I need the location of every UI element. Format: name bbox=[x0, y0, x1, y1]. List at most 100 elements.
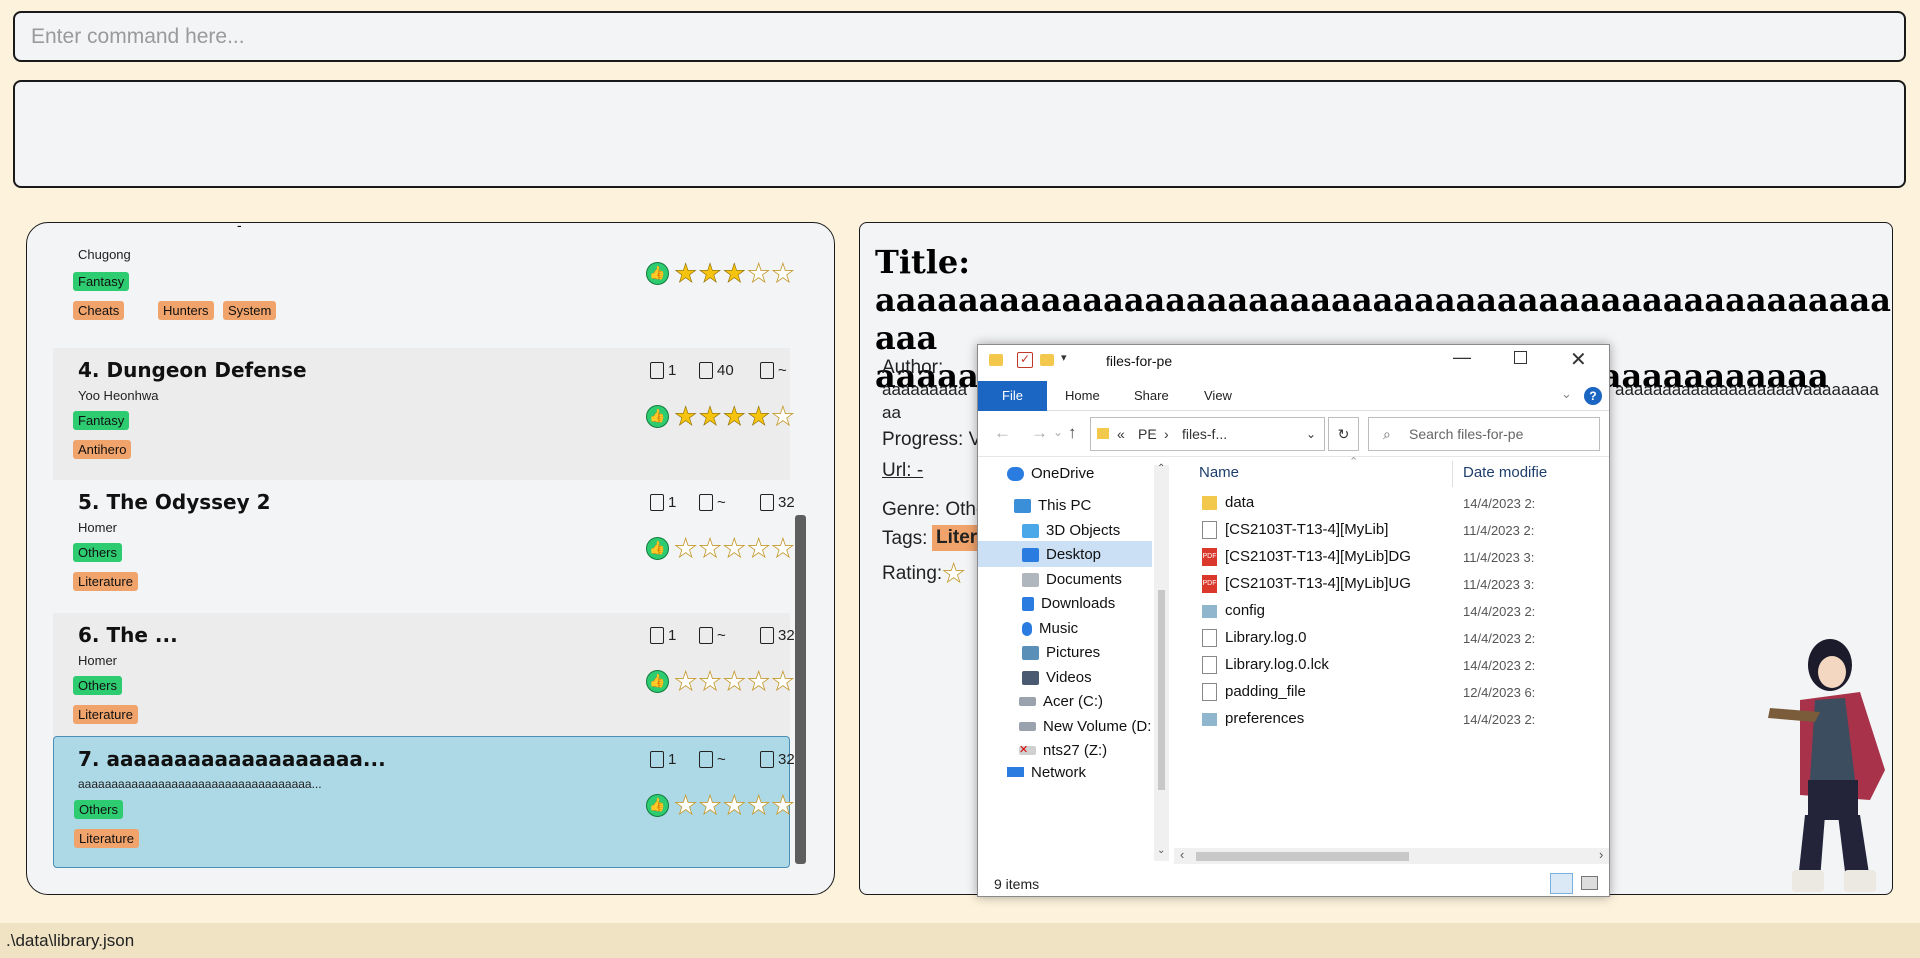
file-row[interactable]: PDF [CS2103T-T13-4][MyLib]DG 11/4/2023 3: bbox=[1174, 545, 1609, 571]
large-icons-view-icon[interactable] bbox=[1581, 876, 1598, 890]
file-row[interactable]: config 14/4/2023 2: bbox=[1174, 599, 1609, 625]
ribbon-tab-home[interactable]: Home bbox=[1065, 381, 1100, 411]
volume-icon bbox=[650, 494, 664, 511]
column-header-date[interactable]: Date modifie bbox=[1463, 464, 1547, 481]
recent-dropdown-icon[interactable]: ⌄ bbox=[1053, 425, 1063, 439]
refresh-button[interactable]: ↻ bbox=[1328, 417, 1359, 451]
detail-author-value-right: aaaaaaaaaaaaaaaaaaavaaaaaaaa bbox=[1615, 380, 1879, 399]
up-icon[interactable]: ↑ bbox=[1068, 423, 1077, 443]
nav-item-documents[interactable]: Documents bbox=[1022, 571, 1122, 588]
nav-item-desktop[interactable]: Desktop bbox=[1022, 546, 1101, 563]
list-item-selected[interactable]: 7. aaaaaaaaaaaaaaaaaaa... aaaaaaaaaaaaaa… bbox=[53, 736, 795, 868]
forward-icon[interactable]: → bbox=[1031, 423, 1048, 443]
book-author: aaaaaaaaaaaaaaaaaaaaaaaaaaaaaaaaaaa... bbox=[78, 777, 322, 791]
star-empty-icon: ★ bbox=[771, 666, 795, 696]
page-info: 32 bbox=[760, 751, 795, 768]
minimize-icon[interactable]: — bbox=[1453, 347, 1471, 368]
list-scrollbar[interactable] bbox=[795, 515, 806, 864]
close-icon[interactable]: ✕ bbox=[1570, 347, 1587, 372]
chevron-down-icon: ⌄ bbox=[1157, 845, 1166, 856]
nav-item-onedrive[interactable]: OneDrive bbox=[1007, 465, 1094, 482]
chevron-down-icon[interactable]: ⌄ bbox=[1561, 386, 1572, 402]
file-row[interactable]: Library.log.0 14/4/2023 2: bbox=[1174, 626, 1609, 652]
explorer-titlebar[interactable]: ✓ ▾ files-for-pe — ✕ bbox=[978, 345, 1609, 381]
file-row[interactable]: padding_file 12/4/2023 6: bbox=[1174, 680, 1609, 706]
ribbon-tab-share[interactable]: Share bbox=[1134, 381, 1169, 411]
tag-label: Cheats bbox=[73, 301, 125, 320]
back-icon[interactable]: ← bbox=[994, 423, 1011, 443]
book-author: Yoo Heonhwa bbox=[78, 388, 159, 403]
tag-label: Antihero bbox=[73, 440, 132, 459]
nav-item-drive-z[interactable]: ✕ nts27 (Z:) bbox=[1019, 742, 1107, 759]
volume-info: 1 bbox=[650, 362, 676, 379]
volume-icon bbox=[650, 627, 664, 644]
nav-item-this-pc[interactable]: This PC bbox=[1014, 497, 1091, 514]
nav-scrollbar[interactable]: ⌃ ⌄ bbox=[1154, 463, 1169, 861]
file-row[interactable]: [CS2103T-T13-4][MyLib] 11/4/2023 2: bbox=[1174, 518, 1609, 544]
thumbs-up-icon: 👍 bbox=[646, 404, 669, 428]
nav-item-3d-objects[interactable]: 3D Objects bbox=[1022, 522, 1120, 539]
page-icon bbox=[760, 751, 774, 768]
star-filled-icon: ★ bbox=[674, 258, 698, 288]
jar-icon bbox=[1202, 521, 1217, 539]
volume-icon bbox=[650, 362, 664, 379]
nav-item-drive-d[interactable]: New Volume (D: bbox=[1019, 718, 1151, 735]
nav-item-pictures[interactable]: Pictures bbox=[1022, 644, 1100, 661]
file-row[interactable]: PDF [CS2103T-T13-4][MyLib]UG 11/4/2023 3: bbox=[1174, 572, 1609, 598]
horizontal-scrollbar[interactable]: ‹ › bbox=[1174, 847, 1609, 864]
item-count: 9 items bbox=[994, 876, 1040, 892]
page-info: 32 bbox=[760, 494, 795, 511]
pdf-icon: PDF bbox=[1202, 548, 1217, 566]
file-row[interactable]: Library.log.0.lck 14/4/2023 2: bbox=[1174, 653, 1609, 679]
list-item[interactable]: 4. Dungeon Defense Yoo Heonhwa Fantasy A… bbox=[53, 348, 795, 480]
list-item[interactable]: 6. The ... Homer Others Literature 1 ~ 3… bbox=[53, 613, 795, 745]
scroll-left-icon: ‹ bbox=[1180, 847, 1185, 862]
maximize-icon[interactable] bbox=[1514, 351, 1527, 364]
star-filled-icon: ★ bbox=[698, 401, 722, 431]
help-icon[interactable]: ? bbox=[1584, 387, 1602, 405]
search-input[interactable]: ⌕ Search files-for-pe bbox=[1368, 417, 1600, 451]
nav-item-videos[interactable]: Videos bbox=[1022, 669, 1092, 686]
list-item[interactable]: 5. The Odyssey 2 Homer Others Literature… bbox=[53, 480, 795, 612]
book-list-panel: - Chugong Fantasy Cheats Hunters System … bbox=[26, 222, 835, 895]
explorer-status-bar: 9 items bbox=[978, 872, 1609, 896]
tag-label: Literature bbox=[73, 572, 138, 591]
file-row[interactable]: data 14/4/2023 2: bbox=[1174, 491, 1609, 517]
result-display bbox=[13, 80, 1906, 188]
properties-icon[interactable]: ✓ bbox=[1017, 352, 1033, 368]
drive-icon bbox=[1019, 722, 1036, 731]
address-bar[interactable]: « PE › files-f... ⌄ bbox=[1090, 417, 1325, 451]
book-title: 4. Dungeon Defense bbox=[78, 358, 307, 382]
character-mascot bbox=[1768, 639, 1885, 892]
chevron-down-icon: ⌄ bbox=[1306, 427, 1317, 441]
details-view-icon[interactable] bbox=[1550, 873, 1573, 894]
star-filled-icon: ★ bbox=[746, 401, 771, 431]
file-explorer-window[interactable]: ✓ ▾ files-for-pe — ✕ File Home Share Vie… bbox=[977, 344, 1610, 897]
genre-tag: Fantasy bbox=[73, 411, 130, 430]
nav-item-network[interactable]: Network bbox=[1007, 767, 1086, 777]
dropdown-icon[interactable]: ▾ bbox=[1061, 351, 1067, 364]
nav-item-downloads[interactable]: Downloads bbox=[1022, 595, 1115, 612]
book-title: 7. aaaaaaaaaaaaaaaaaaa... bbox=[78, 747, 386, 771]
detail-url[interactable]: Url: - bbox=[882, 460, 923, 482]
folder-icon bbox=[1202, 496, 1217, 510]
rating: 👍 ★ ★ ★ ★ ★ bbox=[646, 666, 795, 696]
star-empty-icon: ★ bbox=[746, 258, 771, 288]
drive-icon bbox=[1019, 697, 1036, 706]
sort-up-icon: ⌃ bbox=[1349, 456, 1359, 468]
videos-icon bbox=[1022, 670, 1039, 685]
volume-info: 1 bbox=[650, 627, 676, 644]
page-icon bbox=[760, 494, 774, 511]
star-empty-icon: ★ bbox=[674, 533, 698, 563]
column-header-name[interactable]: Name bbox=[1199, 464, 1239, 481]
nav-item-drive-c[interactable]: Acer (C:) bbox=[1019, 693, 1103, 710]
ribbon-tab-file[interactable]: File bbox=[978, 381, 1047, 411]
genre-tag: Others bbox=[74, 800, 124, 819]
command-input[interactable] bbox=[13, 11, 1906, 62]
thumbs-up-icon: 👍 bbox=[646, 536, 669, 560]
new-folder-icon[interactable] bbox=[1040, 354, 1054, 366]
nav-item-music[interactable]: Music bbox=[1022, 620, 1078, 637]
list-item[interactable]: - Chugong Fantasy Cheats Hunters System … bbox=[53, 223, 795, 349]
file-row[interactable]: preferences 14/4/2023 2: bbox=[1174, 707, 1609, 733]
ribbon-tab-view[interactable]: View bbox=[1204, 381, 1232, 411]
